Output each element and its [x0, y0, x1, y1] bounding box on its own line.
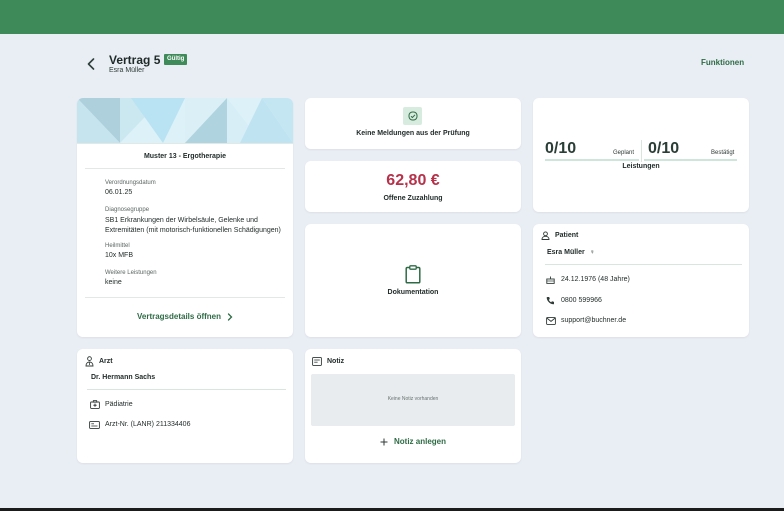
confirmed-label: Bestätigt — [711, 150, 735, 156]
check-circle-icon — [408, 111, 417, 121]
patient-divider — [545, 264, 742, 265]
contract-banner-illustration — [77, 98, 293, 143]
doctor-card: Arzt Dr. Hermann Sachs Pädiatrie Arzt-Nr… — [77, 349, 293, 463]
add-note-label: Notiz anlegen — [393, 437, 446, 446]
phone-icon — [546, 297, 554, 305]
contract-title: Muster 13 - Ergotherapie — [143, 153, 227, 160]
copayment-amount: 62,80 € — [386, 172, 440, 189]
email-icon — [546, 317, 556, 325]
note-icon — [312, 357, 322, 366]
services-separator — [641, 140, 642, 162]
field-prescription-date-value: 06.01.25 — [105, 189, 133, 196]
id-card-icon — [89, 421, 100, 429]
patient-card: Patient Esra Müller ♀ 24.12.1976 (48 Jah… — [533, 224, 749, 337]
check-status-text: Keine Meldungen aus der Prüfung — [356, 130, 470, 137]
plus-icon — [380, 438, 388, 445]
doctor-section-title: Arzt — [99, 358, 113, 365]
patient-phone[interactable]: 0800 599966 — [561, 297, 602, 304]
note-card: Notiz Keine Notiz vorhanden Notiz anlege… — [305, 349, 521, 463]
patient-name: Esra Müller ♀ — [547, 249, 595, 256]
note-section-title: Notiz — [327, 358, 345, 365]
patient-name-text: Esra Müller — [547, 249, 585, 256]
field-diagnosis-group-value: SB1 Erkrankungen der Wirbelsäule, Gelenk… — [105, 217, 281, 234]
documentation-card[interactable]: Dokumentation — [305, 224, 521, 337]
patient-birthdate: 24.12.1976 (48 Jahre) — [561, 276, 630, 283]
copayment-label: Offene Zuzahlung — [383, 195, 443, 202]
add-note-button[interactable]: Notiz anlegen — [305, 437, 521, 446]
doctor-divider — [87, 389, 286, 390]
banner-divider — [77, 143, 293, 144]
back-button[interactable] — [84, 56, 98, 72]
page-subtitle: Esra Müller — [109, 67, 145, 74]
planned-value: 0/10 — [545, 140, 577, 157]
doctor-icon — [85, 356, 94, 367]
services-card: 0/10 Geplant 0/10 Bestätigt Leistungen — [533, 98, 749, 212]
field-diagnosis-group-label: Diagnosegruppe — [105, 207, 150, 213]
field-additional-services-value: keine — [105, 279, 122, 286]
field-remedy-value: 10x MFB — [105, 252, 134, 259]
functions-button[interactable]: Funktionen — [701, 58, 744, 67]
check-icon-box — [403, 107, 422, 125]
top-bar — [0, 0, 784, 34]
check-card: Keine Meldungen aus der Prüfung — [305, 98, 521, 149]
page-title: Vertrag 5 — [109, 53, 161, 67]
field-additional-services-label: Weitere Leistungen — [105, 270, 157, 276]
person-icon — [541, 231, 550, 240]
open-contract-details-button[interactable]: Vertragsdetails öffnen — [77, 312, 293, 321]
title-divider — [85, 168, 285, 169]
doctor-specialty: Pädiatrie — [105, 401, 133, 408]
medical-kit-icon — [90, 400, 100, 409]
patient-section-title: Patient — [555, 232, 579, 239]
chevron-right-icon — [227, 312, 233, 321]
copayment-card: 62,80 € Offene Zuzahlung — [305, 161, 521, 212]
chevron-left-icon — [87, 58, 95, 70]
patient-email[interactable]: support@buchner.de — [561, 317, 626, 324]
documentation-label: Dokumentation — [387, 289, 439, 296]
female-gender-icon: ♀ — [589, 249, 595, 256]
clipboard-icon — [405, 265, 421, 284]
field-prescription-date-label: Verordnungsdatum — [105, 180, 156, 186]
details-divider — [85, 297, 285, 298]
note-empty-text: Keine Notiz vorhanden — [387, 396, 439, 402]
confirmed-value: 0/10 — [648, 140, 680, 157]
planned-progress-bar — [545, 159, 639, 161]
status-badge: Gültig — [164, 54, 188, 65]
birthday-cake-icon — [546, 276, 555, 284]
note-empty-area: Keine Notiz vorhanden — [311, 374, 515, 426]
confirmed-progress-bar — [644, 159, 737, 161]
doctor-lanr: Arzt-Nr. (LANR) 211334406 — [105, 421, 191, 428]
open-contract-details-label: Vertragsdetails öffnen — [136, 312, 222, 321]
app-content: Vertrag 5 Gültig Esra Müller Funktionen … — [0, 34, 784, 508]
planned-label: Geplant — [613, 150, 635, 156]
field-remedy-label: Heilmittel — [105, 243, 130, 249]
doctor-name: Dr. Hermann Sachs — [91, 374, 156, 381]
services-title: Leistungen — [622, 163, 660, 170]
contract-card: Muster 13 - Ergotherapie Verordnungsdatu… — [77, 98, 293, 337]
